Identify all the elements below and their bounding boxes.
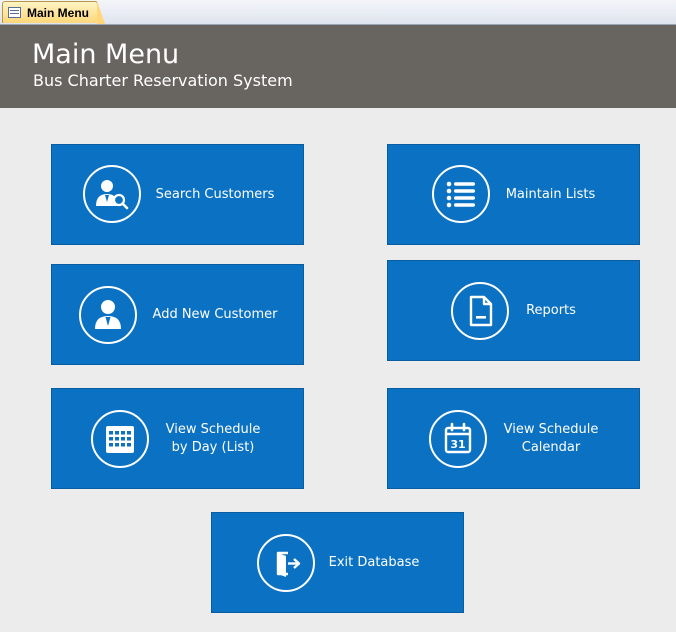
search-customers-label: Search Customers	[155, 187, 275, 202]
add-new-customer-label: Add New Customer	[152, 307, 278, 322]
form-icon	[8, 7, 21, 18]
calendar-grid-icon	[91, 410, 149, 468]
exit-door-icon	[257, 534, 315, 592]
view-schedule-calendar-label: View Schedule Calendar	[503, 422, 599, 455]
exit-database-label: Exit Database	[328, 555, 420, 570]
list-icon	[432, 165, 490, 223]
tab-label: Main Menu	[27, 5, 89, 20]
svg-text:31: 31	[450, 438, 465, 451]
maintain-lists-button[interactable]: Maintain Lists	[387, 144, 640, 245]
reports-label: Reports	[526, 303, 576, 318]
view-schedule-calendar-button[interactable]: 31 View Schedule Calendar	[387, 388, 640, 489]
form-header: Main Menu Bus Charter Reservation System	[0, 25, 676, 108]
page-subtitle: Bus Charter Reservation System	[33, 71, 293, 90]
customer-search-icon	[83, 165, 141, 223]
add-new-customer-button[interactable]: Add New Customer	[51, 264, 304, 365]
search-customers-button[interactable]: Search Customers	[51, 144, 304, 245]
exit-database-button[interactable]: Exit Database	[211, 512, 464, 613]
add-customer-icon	[79, 286, 137, 344]
view-schedule-by-day-button[interactable]: View Schedule by Day (List)	[51, 388, 304, 489]
maintain-lists-label: Maintain Lists	[505, 187, 596, 202]
document-icon	[451, 282, 509, 340]
page-title: Main Menu	[32, 39, 180, 70]
document-tab-bar: Main Menu	[0, 0, 676, 25]
view-schedule-by-day-label: View Schedule by Day (List)	[165, 422, 261, 455]
tab-main-menu[interactable]: Main Menu	[2, 1, 105, 24]
reports-button[interactable]: Reports	[387, 260, 640, 361]
calendar-31-icon: 31	[429, 410, 487, 468]
